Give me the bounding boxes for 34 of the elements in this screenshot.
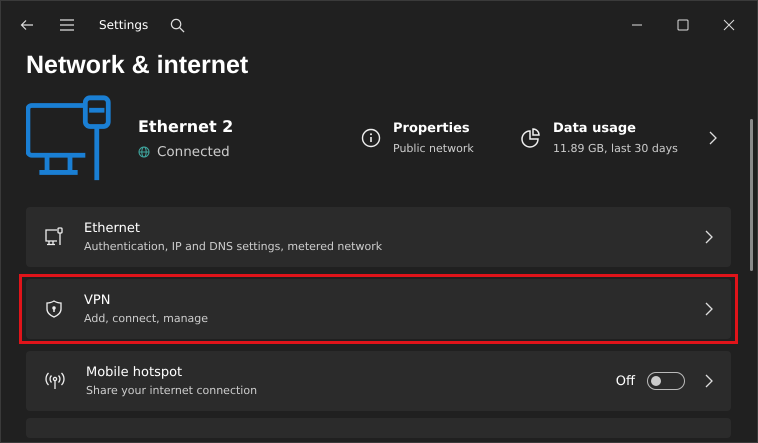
item-title: Mobile hotspot	[86, 365, 184, 380]
maximize-icon[interactable]	[677, 19, 689, 31]
toggle-state-label: Off	[616, 374, 635, 388]
shield-icon	[44, 299, 64, 319]
globe-icon	[138, 146, 150, 158]
item-title: VPN	[84, 293, 112, 308]
page-title: Network & internet	[26, 51, 250, 80]
connection-status: Connected	[157, 144, 230, 160]
item-title: Ethernet	[84, 221, 141, 236]
data-usage-title[interactable]: Data usage	[553, 121, 678, 136]
chevron-right-icon[interactable]	[705, 230, 713, 244]
window-title: Settings	[99, 18, 148, 32]
settings-item[interactable]: Ethernet Authentication, IP and DNS settings, metered network	[26, 207, 731, 267]
menu-icon[interactable]	[59, 17, 75, 33]
monitor-icon	[44, 227, 64, 247]
info-icon	[361, 128, 381, 148]
connection-name: Ethernet 2	[138, 116, 234, 136]
chevron-right-icon[interactable]	[705, 302, 713, 316]
item-description: Authentication, IP and DNS settings, metered network	[84, 240, 384, 253]
chevron-right-icon[interactable]	[709, 131, 717, 145]
search-icon[interactable]	[170, 18, 186, 32]
settings-item[interactable]: Mobile hotspot Share your internet connection Off	[26, 351, 731, 411]
toggle-switch[interactable]	[647, 372, 685, 390]
antenna-icon	[44, 371, 66, 391]
item-description: Add, connect, manage	[84, 312, 210, 325]
settings-item[interactable]: VPN Add, connect, manage	[26, 279, 731, 339]
pie-chart-icon	[521, 128, 541, 148]
properties-title[interactable]: Properties	[393, 121, 474, 136]
scrollbar[interactable]	[750, 119, 753, 271]
data-usage-subtitle: 11.89 GB, last 30 days	[553, 142, 678, 155]
item-description: Share your internet connection	[86, 384, 258, 397]
properties-subtitle: Public network	[393, 142, 474, 155]
chevron-right-icon[interactable]	[705, 374, 713, 388]
close-icon[interactable]	[723, 19, 735, 31]
